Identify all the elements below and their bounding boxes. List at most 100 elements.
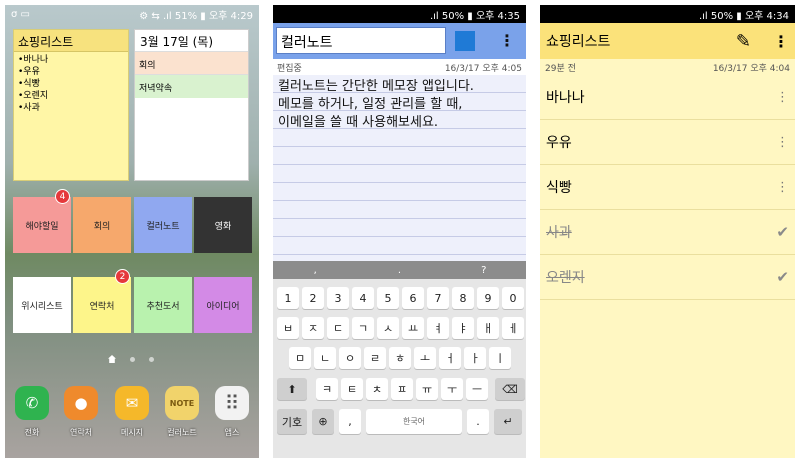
keyboard-key[interactable]: ㅓ: [439, 347, 461, 369]
keyboard-key[interactable]: ㅑ: [452, 317, 474, 339]
space-bar[interactable]: 한국어: [366, 409, 462, 434]
widget-tile[interactable]: 아이디어: [194, 277, 252, 333]
globe-icon[interactable]: ⊕: [312, 409, 334, 434]
more-menu-icon[interactable]: ⋮: [499, 31, 515, 50]
item-more-icon[interactable]: ⋮: [776, 135, 789, 150]
message-icon[interactable]: ✉: [115, 386, 149, 420]
more-menu-icon[interactable]: ⋮: [773, 32, 789, 51]
home-screen: σ ▭ ⚙ ⇆ .ıl 51% ▮ 오후 4:29 쇼핑리스트 •바나나 •우유…: [5, 5, 259, 458]
note-title-input[interactable]: 컬러노트: [276, 27, 446, 54]
enter-key[interactable]: ↵: [494, 409, 522, 434]
note-body-text[interactable]: 컬러노트는 간단한 메모장 앱입니다. 메모를 하거나, 일정 관리를 할 때,…: [273, 75, 526, 135]
keyboard-key[interactable]: ㅐ: [477, 317, 499, 339]
checklist-toolbar: 쇼핑리스트 ✎ ⋮: [540, 23, 795, 59]
checklist-title: 쇼핑리스트: [546, 34, 611, 50]
notification-badge: 4: [55, 189, 70, 204]
colornote-icon[interactable]: NOTE: [165, 386, 199, 420]
page-indicator: [108, 355, 154, 363]
keyboard-key[interactable]: ㅗ: [414, 347, 436, 369]
keyboard-key[interactable]: ㅏ: [464, 347, 486, 369]
keyboard-key[interactable]: ㅡ: [466, 378, 488, 400]
keyboard-key[interactable]: ㅔ: [502, 317, 524, 339]
keyboard-key[interactable]: ㅁ: [289, 347, 311, 369]
keyboard-key[interactable]: 9: [477, 287, 499, 309]
status-right: .ıl 50% ▮ 오후 4:34: [698, 10, 789, 22]
dock-label: 연락처: [69, 428, 93, 437]
note-body-area[interactable]: 컬러노트는 간단한 메모장 앱입니다. 메모를 하거나, 일정 관리를 할 때,…: [273, 75, 526, 261]
tile-label: 회의: [93, 221, 111, 232]
keyboard-key[interactable]: ㄱ: [352, 317, 374, 339]
widget-tile[interactable]: 회의: [73, 197, 131, 253]
backspace-key[interactable]: ⌫: [495, 378, 525, 400]
checklist-item[interactable]: 식빵 ⋮: [540, 165, 795, 210]
key-comma[interactable]: ,: [273, 265, 357, 276]
checklist-item[interactable]: 오렌지 ✔: [540, 255, 795, 300]
keyboard-key[interactable]: ㅕ: [427, 317, 449, 339]
keyboard-key[interactable]: ㅛ: [402, 317, 424, 339]
checklist-meta: 29분 전 16/3/17 오후 4:04: [540, 59, 795, 75]
keyboard-key[interactable]: 0: [502, 287, 524, 309]
comma-key[interactable]: ,: [339, 409, 361, 434]
check-icon[interactable]: ✔: [776, 223, 789, 241]
keyboard-key[interactable]: ㅌ: [341, 378, 363, 400]
widget-tile[interactable]: 영화: [194, 197, 252, 253]
keyboard-key[interactable]: ㅂ: [277, 317, 299, 339]
checklist-item[interactable]: 바나나 ⋮: [540, 75, 795, 120]
checklist-item[interactable]: 우유 ⋮: [540, 120, 795, 165]
editor-toolbar: 컬러노트 ⋮: [273, 23, 526, 59]
keyboard-key[interactable]: 6: [402, 287, 424, 309]
keyboard-key[interactable]: ㅎ: [389, 347, 411, 369]
keyboard-key[interactable]: 4: [352, 287, 374, 309]
status-left: σ ▭: [11, 8, 30, 20]
keyboard-key[interactable]: 2: [302, 287, 324, 309]
widget-tile[interactable]: 컬러노트: [134, 197, 192, 253]
memo-widget-title: 쇼핑리스트: [14, 30, 128, 52]
keyboard-key[interactable]: ㅋ: [316, 378, 338, 400]
calendar-event[interactable]: 저녁약속: [135, 75, 248, 98]
keyboard-key[interactable]: ㄹ: [364, 347, 386, 369]
keyboard-key[interactable]: ㅅ: [377, 317, 399, 339]
calendar-event[interactable]: 회의: [135, 52, 248, 75]
check-icon[interactable]: ✔: [776, 268, 789, 286]
keyboard-key[interactable]: ㅠ: [416, 378, 438, 400]
keyboard-key[interactable]: ㅣ: [489, 347, 511, 369]
key-period[interactable]: .: [357, 265, 441, 276]
widget-tile[interactable]: 추천도서: [134, 277, 192, 333]
keyboard-key[interactable]: ㅈ: [302, 317, 324, 339]
status-right: ⚙ ⇆ .ıl 51% ▮ 오후 4:29: [139, 10, 253, 22]
home-page-icon: [108, 355, 116, 363]
keyboard-key[interactable]: 7: [427, 287, 449, 309]
keyboard-key[interactable]: ㅜ: [441, 378, 463, 400]
keyboard-key[interactable]: ㅊ: [366, 378, 388, 400]
item-more-icon[interactable]: ⋮: [776, 180, 789, 195]
dock-label: 앱스: [224, 428, 240, 437]
memo-widget[interactable]: 쇼핑리스트 •바나나 •우유 •식빵 •오렌지 •사과: [13, 29, 129, 181]
checklist-timestamp: 16/3/17 오후 4:04: [712, 64, 790, 74]
edit-icon[interactable]: ✎: [736, 31, 751, 52]
contacts-icon[interactable]: ●: [64, 386, 98, 420]
phone-icon[interactable]: ✆: [15, 386, 49, 420]
memo-line: •식빵: [18, 79, 40, 89]
widget-tile[interactable]: 연락처: [73, 277, 131, 333]
checklist-item-label: 사과: [546, 225, 572, 241]
period-key[interactable]: .: [467, 409, 489, 434]
checklist-item[interactable]: 사과 ✔: [540, 210, 795, 255]
widget-tile[interactable]: 해야할일: [13, 197, 71, 253]
item-more-icon[interactable]: ⋮: [776, 90, 789, 105]
keyboard-key[interactable]: ㄴ: [314, 347, 336, 369]
symbols-key[interactable]: 기호: [277, 409, 307, 434]
keyboard-key[interactable]: 1: [277, 287, 299, 309]
keyboard-key[interactable]: ㅇ: [339, 347, 361, 369]
apps-icon[interactable]: ⠿: [215, 386, 249, 420]
keyboard-key[interactable]: 3: [327, 287, 349, 309]
memo-line: •사과: [18, 103, 40, 113]
widget-tile[interactable]: 위시리스트: [13, 277, 71, 333]
color-picker-button[interactable]: [455, 31, 475, 51]
calendar-widget[interactable]: 3월 17일 (목) 회의 저녁약속: [134, 29, 249, 181]
keyboard-key[interactable]: 5: [377, 287, 399, 309]
keyboard-key[interactable]: ㅍ: [391, 378, 413, 400]
keyboard-key[interactable]: ㄷ: [327, 317, 349, 339]
keyboard-key[interactable]: 8: [452, 287, 474, 309]
shift-key[interactable]: ⬆: [277, 378, 307, 400]
key-question[interactable]: ?: [442, 265, 526, 276]
